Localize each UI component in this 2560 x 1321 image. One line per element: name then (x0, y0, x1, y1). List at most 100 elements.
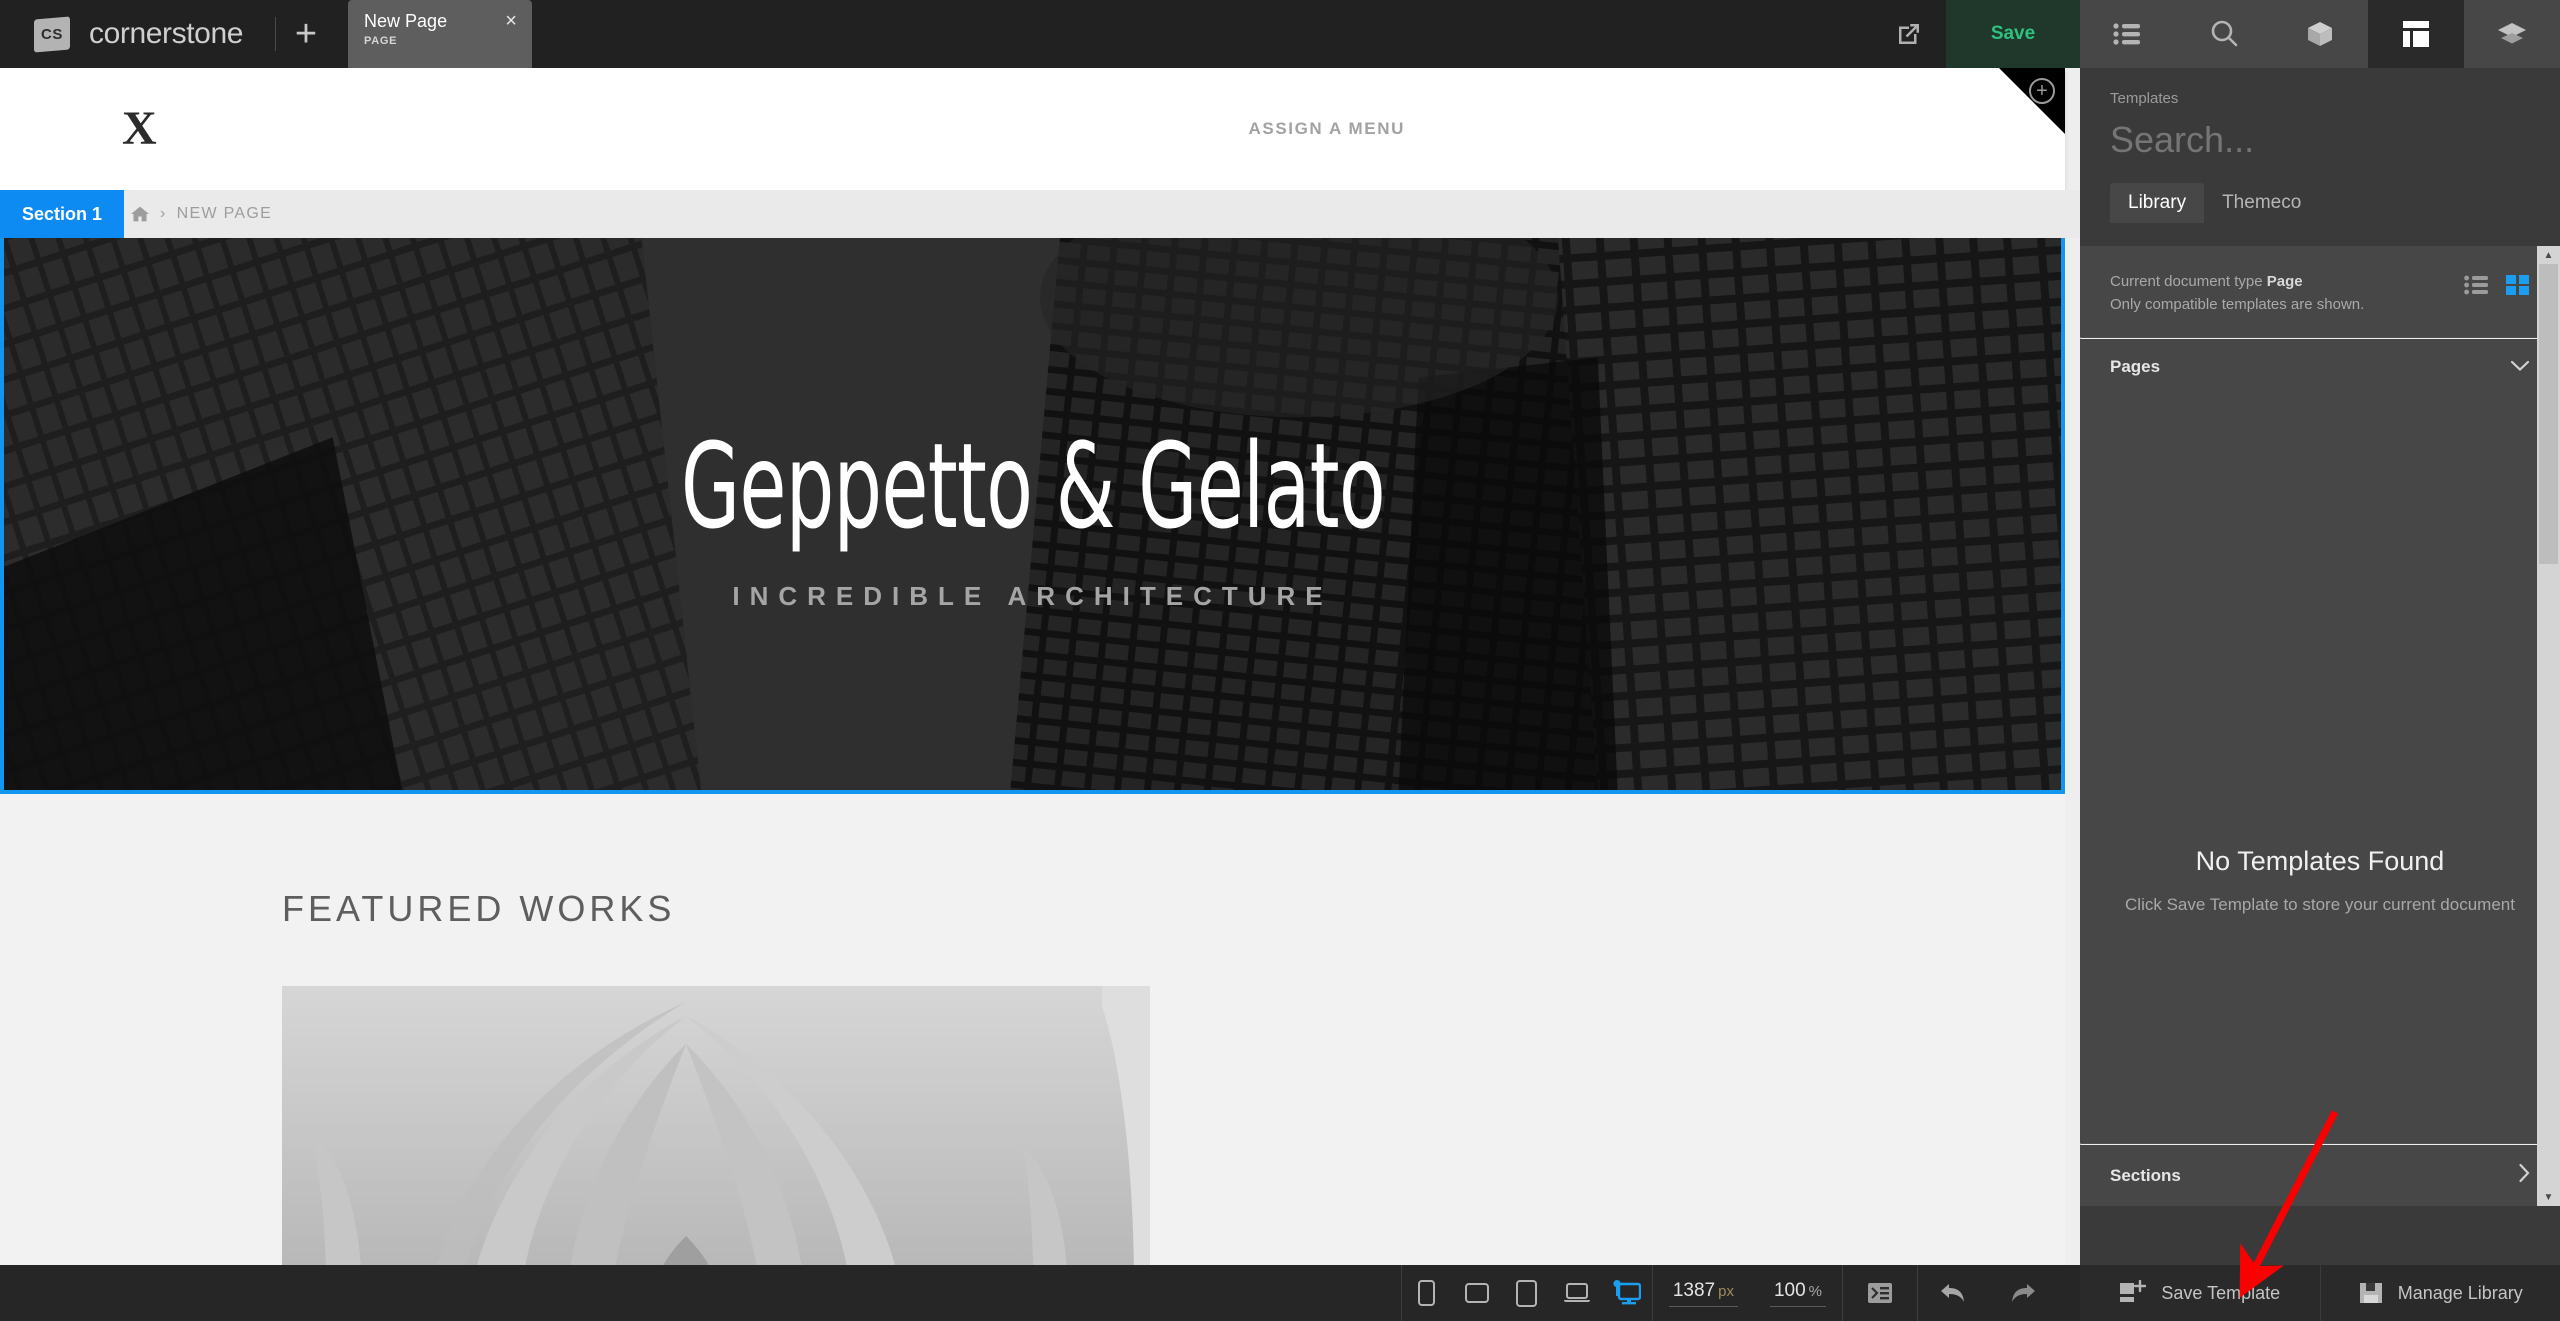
panel-tab-group: Library Themeco (2080, 183, 2560, 223)
empty-state-subtitle: Click Save Template to store your curren… (2120, 891, 2520, 918)
panel-scroll-down-icon[interactable]: ▼ (2537, 1188, 2560, 1206)
list-icon (2113, 21, 2143, 47)
viewport-width-unit: px (1718, 1283, 1734, 1300)
device-tablet-button[interactable] (1502, 1265, 1552, 1321)
featured-work-image[interactable] (282, 986, 1150, 1265)
chevron-right-icon[interactable] (2518, 1163, 2530, 1188)
redo-button[interactable] (1988, 1265, 2058, 1321)
cornerstone-logo-mark: CS (34, 16, 70, 52)
logo-mark-text: CS (41, 26, 63, 43)
device-desktop-button[interactable] (1602, 1265, 1652, 1321)
viewport-width-value: 1387 (1673, 1280, 1715, 1302)
corner-triangle (1999, 68, 2065, 134)
top-bar: CS cornerstone + New Page PAGE × Save (0, 0, 2080, 68)
zoom-level-field[interactable]: 100 % (1770, 1280, 1826, 1307)
site-header: X ASSIGN A MENU + (0, 68, 2065, 190)
top-bar-actions: Save (1872, 0, 2080, 68)
desktop-icon (1613, 1280, 1641, 1306)
panel-footer: Save Template Manage Library (2080, 1265, 2560, 1321)
grid-view-button[interactable] (2506, 274, 2530, 301)
hero-content: Geppetto & Gelato INCREDIBLE ARCHITECTUR… (4, 238, 2061, 790)
view-mode-toggles (2464, 270, 2530, 301)
panel-header: Templates (2080, 68, 2560, 161)
viewport-width-field[interactable]: 1387 px (1669, 1280, 1738, 1307)
panel-scrollbar[interactable]: ▲ ▼ (2537, 246, 2560, 1206)
panel-scroll-up-icon[interactable]: ▲ (2537, 246, 2560, 264)
template-group-sections[interactable]: Sections (2080, 1145, 2560, 1206)
add-circle-icon[interactable]: + (2029, 78, 2055, 104)
preview-button[interactable] (1872, 0, 1946, 68)
template-library-body: Current document type Page Only compatib… (2080, 246, 2560, 1206)
home-icon[interactable] (130, 205, 150, 223)
tab-library[interactable]: Library (2110, 183, 2204, 223)
hero-subtitle[interactable]: INCREDIBLE ARCHITECTURE (732, 581, 1332, 612)
section-tag-bar: Section 1 › NEW PAGE (0, 190, 2080, 238)
manage-library-button[interactable]: Manage Library (2320, 1265, 2560, 1321)
phone-landscape-icon (1465, 1283, 1489, 1303)
undo-button[interactable] (1918, 1265, 1988, 1321)
library-note-line1: Current document type Page (2110, 270, 2364, 293)
library-note-text: Current document type Page Only compatib… (2110, 270, 2364, 317)
zoom-level-value: 100 (1774, 1280, 1806, 1302)
panel-tab-templates[interactable] (2368, 0, 2464, 68)
breadcrumb-separator: › (160, 205, 167, 223)
empty-state-title: No Templates Found (2120, 846, 2520, 877)
manage-library-label: Manage Library (2398, 1283, 2523, 1304)
bottom-divider-2 (1652, 1265, 1653, 1321)
library-note-line2: Only compatible templates are shown. (2110, 293, 2364, 316)
template-group-pages-label: Pages (2110, 357, 2160, 377)
chevron-down-icon[interactable] (2510, 357, 2530, 377)
grid-view-icon (2506, 274, 2530, 296)
hero-section[interactable]: Geppetto & Gelato INCREDIBLE ARCHITECTUR… (0, 238, 2065, 794)
external-link-icon (1894, 19, 1924, 49)
inspector-icon (1867, 1281, 1893, 1305)
panel-tab-elements[interactable] (2272, 0, 2368, 68)
undo-icon (1938, 1280, 1968, 1306)
library-note: Current document type Page Only compatib… (2080, 246, 2560, 337)
manage-library-icon (2358, 1281, 2384, 1305)
document-tab-new-page[interactable]: New Page PAGE × (348, 0, 532, 68)
laptop-icon (1563, 1282, 1591, 1304)
redo-icon (2008, 1280, 2038, 1306)
layers-icon (2497, 21, 2527, 47)
tab-themeco[interactable]: Themeco (2204, 183, 2319, 223)
panel-icon-bar (2080, 0, 2560, 68)
add-element-corner: + (1999, 68, 2065, 134)
breadcrumb-current[interactable]: NEW PAGE (177, 205, 272, 223)
content-section: FEATURED WORKS (0, 794, 2065, 1265)
template-group-sections-label: Sections (2110, 1166, 2181, 1186)
new-tab-button[interactable]: + (276, 0, 336, 68)
tab-close-icon[interactable]: × (501, 12, 521, 32)
list-view-button[interactable] (2464, 274, 2490, 301)
panel-tab-search[interactable] (2176, 0, 2272, 68)
bottom-bar: 1387 px 100 % (0, 1265, 2080, 1321)
right-panel: Templates Library Themeco Current docume… (2080, 0, 2560, 1321)
device-phone-portrait-button[interactable] (1402, 1265, 1452, 1321)
section-tag[interactable]: Section 1 (0, 190, 124, 238)
featured-works-heading[interactable]: FEATURED WORKS (0, 794, 2065, 930)
vault-architecture-photo (282, 986, 1150, 1265)
device-phone-landscape-button[interactable] (1452, 1265, 1502, 1321)
panel-tab-layers[interactable] (2464, 0, 2560, 68)
save-template-button[interactable]: Save Template (2080, 1265, 2320, 1321)
templates-search-input[interactable] (2110, 119, 2530, 161)
zoom-level-unit: % (1809, 1283, 1822, 1300)
sections-group-wrap: Sections (2080, 1143, 2560, 1206)
template-group-pages[interactable]: Pages (2080, 339, 2560, 395)
panel-tab-list[interactable] (2080, 0, 2176, 68)
brand-name: cornerstone (89, 17, 243, 51)
breadcrumb: › NEW PAGE (130, 190, 272, 238)
inspector-button[interactable] (1843, 1265, 1917, 1321)
panel-scrollbar-thumb[interactable] (2539, 264, 2558, 564)
assign-menu-link[interactable]: ASSIGN A MENU (1249, 119, 1406, 139)
library-note-prefix: Current document type (2110, 273, 2267, 290)
tab-title: New Page (364, 11, 518, 32)
library-note-doctype: Page (2267, 273, 2303, 290)
save-template-icon (2119, 1280, 2147, 1306)
brand: CS cornerstone (0, 0, 243, 68)
app-root: CS cornerstone + New Page PAGE × Save X … (0, 0, 2560, 1321)
save-button[interactable]: Save (1946, 0, 2080, 68)
hero-title[interactable]: Geppetto & Gelato (680, 417, 1384, 555)
device-laptop-button[interactable] (1552, 1265, 1602, 1321)
site-logo[interactable]: X (122, 105, 157, 153)
